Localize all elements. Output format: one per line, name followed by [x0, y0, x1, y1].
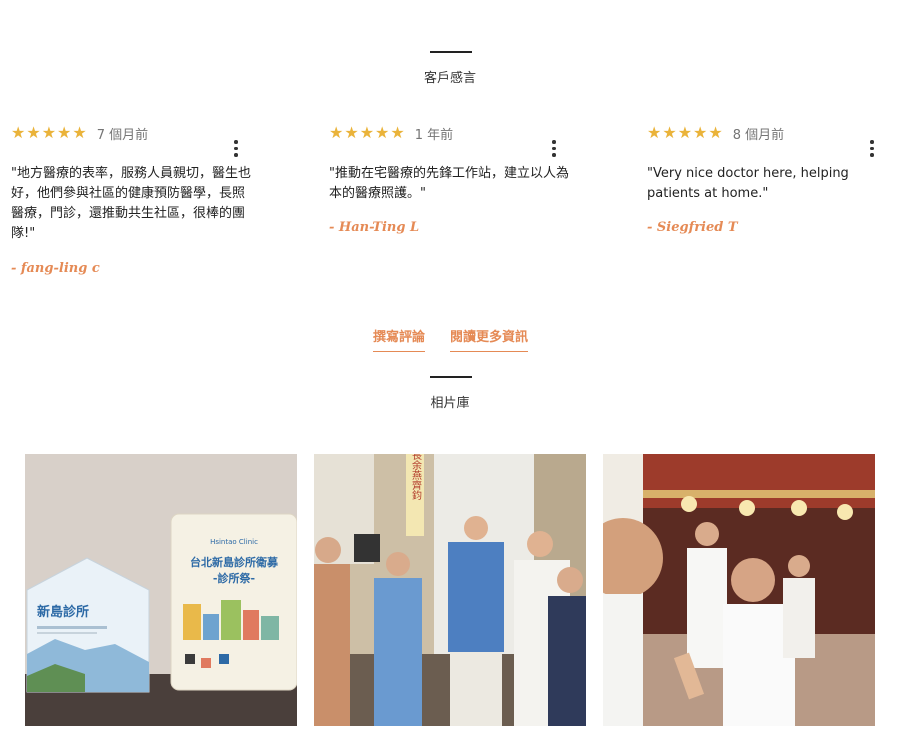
star-icon: ★ — [647, 123, 662, 142]
group-image: 所長余燕齊鈞 — [314, 454, 586, 726]
star-icon: ★ — [708, 123, 723, 142]
more-options-icon[interactable] — [548, 138, 560, 159]
star-icon: ★ — [359, 123, 375, 142]
star-icon: ★ — [375, 123, 390, 142]
star-icon: ★ — [26, 123, 41, 142]
review-text: "推動在宅醫療的先鋒工作站，建立以人為本的醫療照護。" — [329, 166, 569, 201]
gallery-title: 相片庫 — [430, 396, 470, 411]
book-subtitle-text: -診所祭- — [213, 571, 255, 585]
more-options-icon[interactable] — [230, 138, 242, 159]
brand-en-text: Hsintao Clinic — [210, 538, 258, 546]
gallery-photo-group[interactable]: 所長余燕齊鈞 — [314, 454, 586, 726]
gallery-photo-temple[interactable] — [603, 454, 875, 726]
star-icon: ★ — [72, 123, 87, 142]
star-rating: ★ ★ ★ ★ ★ — [647, 125, 723, 141]
section-divider-gallery — [430, 376, 472, 378]
star-icon: ★ — [57, 123, 72, 142]
section-divider-top — [430, 51, 472, 53]
star-icon: ★ — [677, 123, 693, 142]
more-options-icon[interactable] — [866, 138, 878, 159]
review-author: - Han-Ting L — [329, 220, 420, 235]
star-icon: ★ — [11, 123, 26, 142]
review-time: 8 個月前 — [732, 127, 785, 143]
review-author: - Siegfried T — [647, 220, 738, 235]
star-icon: ★ — [329, 123, 344, 142]
gallery-photo-brochures[interactable]: 新島診所 Hsintao Clinic 台北新島診所衛募 -診所祭- — [25, 454, 297, 726]
star-icon: ★ — [344, 123, 359, 142]
read-more-link[interactable]: 閱讀更多資訊 — [450, 326, 529, 352]
star-icon: ★ — [41, 123, 57, 142]
star-rating: ★ ★ ★ ★ ★ — [11, 125, 87, 141]
star-icon: ★ — [693, 123, 708, 142]
review-time: 1 年前 — [414, 127, 454, 143]
review-card-1: ★ ★ ★ ★ ★ 7 個月前 "地方醫療的表率，服務人員親切，醫生也好，他們參與社區的… — [11, 122, 261, 277]
brochures-image: 新島診所 Hsintao Clinic 台北新島診所衛募 -診所祭- — [25, 454, 297, 726]
banner-text: 所長余燕齊鈞 — [410, 454, 422, 501]
brand-text: 新島診所 — [37, 604, 89, 620]
review-text: "Very nice doctor here, helping patients… — [647, 166, 849, 201]
review-card-2: ★ ★ ★ ★ ★ 1 年前 "推動在宅醫療的先鋒工作站，建立以人為本的醫療照護。" -… — [329, 122, 579, 236]
write-review-link[interactable]: 撰寫評論 — [373, 326, 426, 352]
testimonials-title: 客戶感言 — [423, 71, 476, 86]
temple-image — [603, 454, 875, 726]
review-time: 7 個月前 — [96, 127, 149, 143]
book-title-text: 台北新島診所衛募 — [190, 555, 279, 569]
review-card-3: ★ ★ ★ ★ ★ 8 個月前 "Very nice doctor here, help… — [647, 122, 897, 236]
review-author: - fang-ling c — [11, 261, 100, 276]
star-rating: ★ ★ ★ ★ ★ — [329, 125, 405, 141]
review-text: "地方醫療的表率，服務人員親切，醫生也好，他們參與社區的健康預防醫學，長照醫療，… — [11, 166, 251, 241]
star-icon: ★ — [662, 123, 677, 142]
star-icon: ★ — [390, 123, 405, 142]
